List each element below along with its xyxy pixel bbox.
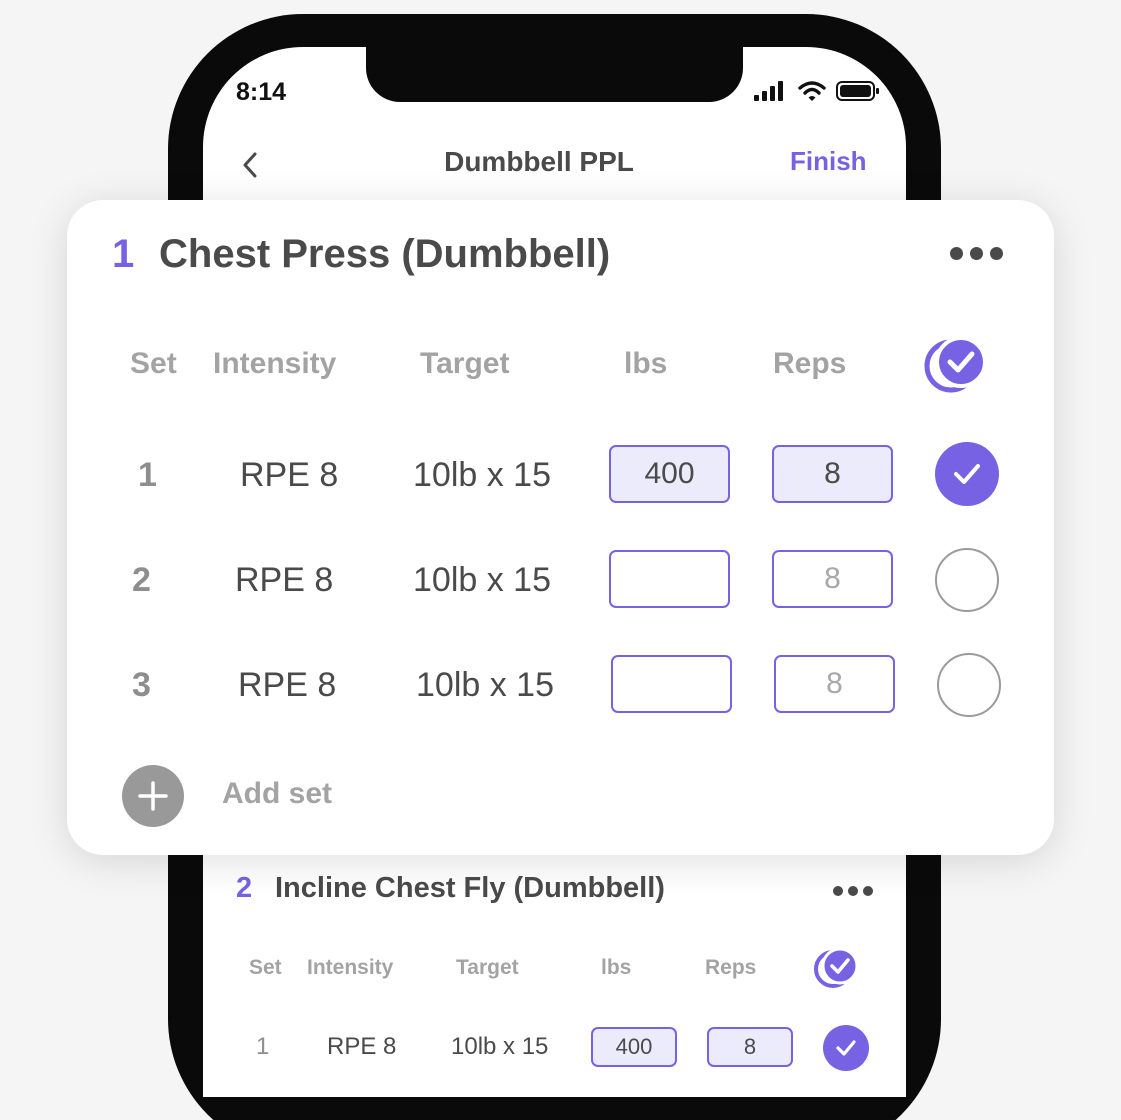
weight-input[interactable]: 400 [609, 445, 730, 503]
set-complete-toggle[interactable] [937, 653, 1001, 717]
status-time: 8:14 [236, 78, 287, 106]
set-intensity: RPE 8 [235, 561, 334, 599]
weight-input[interactable] [611, 655, 732, 713]
set-number: 2 [132, 561, 151, 599]
set-number: 3 [132, 666, 151, 704]
reps-input[interactable]: 8 [772, 445, 893, 503]
double-check-icon[interactable] [922, 333, 992, 393]
finish-button[interactable]: Finish [790, 146, 867, 177]
more-icon-dot [970, 247, 983, 260]
set-complete-toggle[interactable] [823, 1025, 869, 1071]
set-target: 10lb x 15 [413, 456, 551, 494]
column-header-set: Set [130, 347, 177, 380]
exercise-card [67, 200, 1054, 855]
check-icon [954, 464, 980, 484]
plus-icon [138, 781, 168, 811]
exercise-name: Incline Chest Fly (Dumbbell) [275, 872, 665, 904]
battery-icon [836, 81, 879, 101]
set-target: 10lb x 15 [451, 1033, 549, 1060]
weight-input[interactable] [609, 550, 730, 608]
status-icons [754, 80, 880, 102]
set-complete-toggle[interactable] [935, 548, 999, 612]
phone-notch [366, 40, 743, 102]
column-header-reps: Reps [705, 956, 757, 979]
more-icon [950, 247, 963, 260]
exercise-number: 1 [112, 232, 135, 276]
more-icon-dot [863, 886, 873, 896]
set-number: 1 [138, 456, 157, 494]
add-set-button[interactable] [122, 765, 184, 827]
set-intensity: RPE 8 [240, 456, 339, 494]
column-header-intensity: Intensity [307, 956, 394, 979]
weight-input[interactable]: 400 [591, 1027, 677, 1067]
more-icon [833, 886, 843, 896]
set-number: 1 [256, 1033, 270, 1060]
double-check-icon[interactable] [813, 946, 861, 988]
more-button[interactable] [950, 247, 1003, 260]
signal-icon [754, 81, 783, 101]
column-header-lbs: lbs [601, 956, 632, 979]
wifi-icon [798, 81, 826, 101]
column-header-reps: Reps [773, 347, 847, 380]
more-icon-dot [848, 886, 858, 896]
column-header-lbs: lbs [624, 347, 668, 380]
reps-input[interactable]: 8 [772, 550, 893, 608]
set-complete-toggle[interactable] [935, 442, 999, 506]
back-chevron-icon [243, 152, 257, 178]
set-target: 10lb x 15 [413, 561, 551, 599]
reps-input[interactable]: 8 [774, 655, 895, 713]
add-set-label[interactable]: Add set [222, 777, 332, 811]
set-target: 10lb x 15 [416, 666, 554, 704]
reps-input[interactable]: 8 [707, 1027, 793, 1067]
back-button[interactable] [236, 148, 264, 182]
more-button[interactable] [833, 886, 873, 896]
more-icon-dot [990, 247, 1003, 260]
workout-title: Dumbbell PPL [444, 146, 634, 177]
exercise-number: 2 [236, 872, 253, 904]
column-header-set: Set [249, 956, 282, 979]
column-header-target: Target [420, 347, 510, 380]
exercise-name: Chest Press (Dumbbell) [159, 232, 611, 276]
set-intensity: RPE 8 [238, 666, 337, 704]
set-intensity: RPE 8 [327, 1033, 397, 1060]
check-icon [836, 1040, 856, 1056]
column-header-target: Target [456, 956, 519, 979]
column-header-intensity: Intensity [213, 347, 337, 380]
